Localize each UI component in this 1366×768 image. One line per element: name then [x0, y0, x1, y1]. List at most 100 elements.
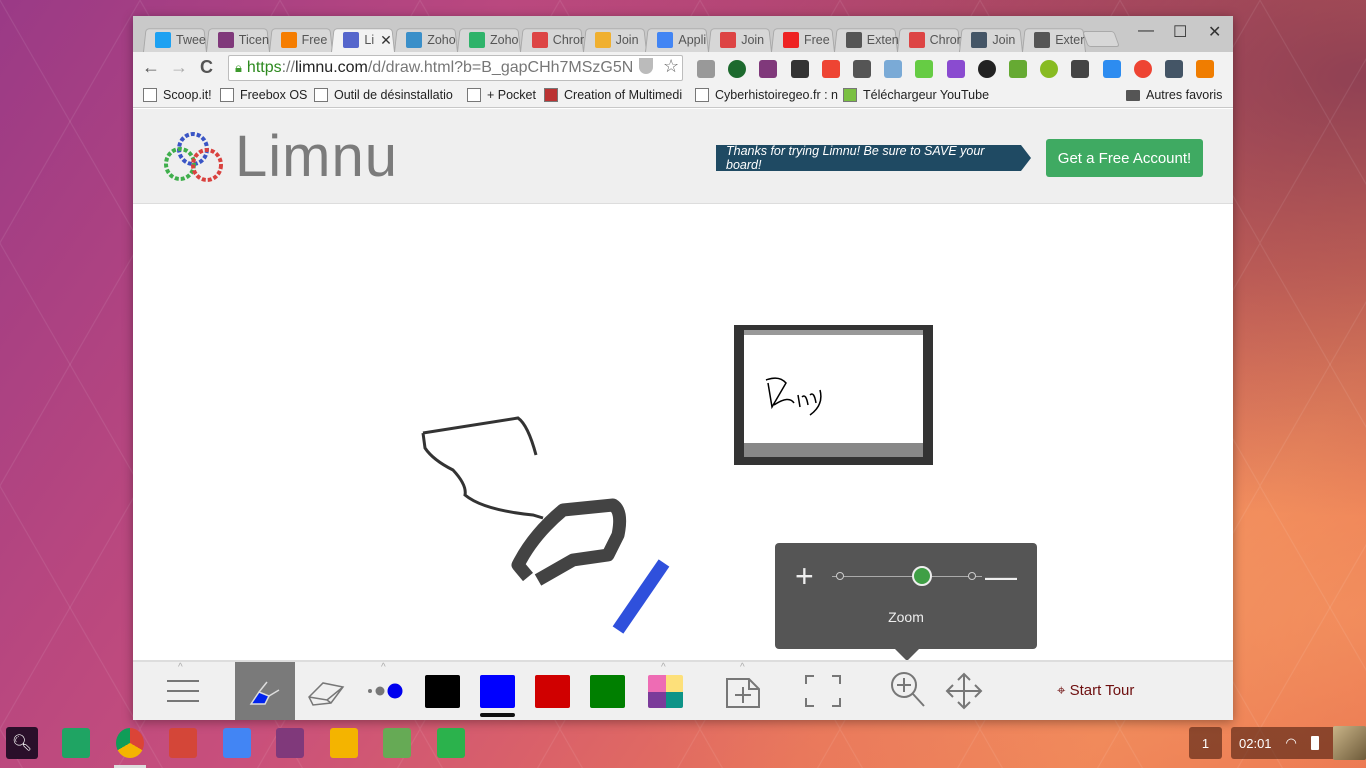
ext-copy-icon[interactable] — [853, 60, 871, 78]
bookmark-star-icon[interactable]: ☆ — [663, 56, 679, 77]
tab-label: Chror — [552, 33, 584, 47]
notification-count[interactable]: 1 — [1189, 727, 1222, 759]
back-button[interactable]: ← — [142, 57, 160, 78]
ext-onenote-icon[interactable] — [759, 60, 778, 78]
color-swatch-red[interactable] — [535, 675, 570, 708]
browser-tab[interactable]: Join — [971, 28, 1023, 52]
browser-tab[interactable]: Chror — [531, 28, 584, 52]
browser-tab[interactable]: Join — [720, 28, 772, 52]
ext-download-icon[interactable] — [728, 60, 747, 78]
tab-close-icon[interactable]: ✕ — [380, 32, 392, 49]
browser-tab[interactable]: Appli — [657, 28, 709, 52]
window-maximize-button[interactable]: ☐ — [1173, 22, 1187, 42]
bottom-toolbar: ^ ^ ^ ^ ⌖ Start Tour — [133, 660, 1233, 720]
brush-size-button[interactable] — [363, 662, 408, 720]
color-palette-button[interactable] — [647, 675, 684, 708]
eraser-tool-button[interactable] — [303, 662, 348, 720]
pan-button[interactable] — [943, 662, 985, 720]
bookmark-item[interactable]: Cyberhistoiregeo.fr : n — [695, 88, 838, 102]
bookmark-item[interactable]: Téléchargeur YouTube — [843, 88, 989, 102]
join-icon — [594, 32, 611, 48]
limnu-logo-icon — [164, 132, 223, 182]
menu-button[interactable] — [163, 662, 203, 720]
window-close-button[interactable]: ✕ — [1208, 22, 1221, 42]
new-tab-button[interactable] — [1082, 31, 1120, 47]
handwriting-scribble — [765, 377, 822, 416]
address-bar[interactable]: 🔒︎ https://limnu.com/d/draw.html?b=B_gap… — [228, 55, 683, 81]
browser-tab[interactable]: Free — [783, 28, 835, 52]
tab-label: Join — [741, 33, 765, 47]
zoom-slider-thumb[interactable] — [912, 566, 932, 586]
browser-tab[interactable]: Ticen — [217, 28, 270, 52]
google-docs-icon[interactable] — [222, 728, 251, 758]
color-swatch-blue[interactable] — [480, 675, 515, 708]
browser-tab[interactable]: Exten — [845, 28, 898, 52]
browser-toolbar: ← → C 🔒︎ https://limnu.com/d/draw.html?b… — [133, 52, 1233, 84]
twitter-icon — [155, 32, 171, 48]
browser-tab[interactable]: Free — [280, 28, 333, 52]
zoom-in-button[interactable]: + — [795, 560, 814, 592]
browser-tab[interactable]: Exter — [1034, 28, 1086, 52]
other-bookmarks-folder[interactable]: Autres favoris — [1126, 88, 1222, 102]
gmail-icon[interactable] — [169, 728, 197, 758]
shield-icon[interactable] — [639, 58, 653, 74]
browser-tab[interactable]: Zoho — [406, 28, 458, 52]
google-slides-icon[interactable] — [329, 728, 358, 758]
page-icon — [143, 88, 157, 102]
user-avatar[interactable] — [1333, 726, 1366, 760]
menu-icon[interactable] — [1196, 60, 1215, 78]
bookmark-item[interactable]: Scoop.it! — [143, 88, 212, 102]
ext-eye-icon[interactable] — [1133, 60, 1152, 78]
chrome-icon[interactable] — [115, 728, 144, 758]
ext-cat-icon[interactable] — [1102, 60, 1121, 78]
drawing-canvas[interactable] — [133, 205, 1233, 660]
bookmark-item[interactable]: Creation of Multimedi — [544, 88, 682, 102]
bookmark-item[interactable]: Freebox OS — [220, 88, 307, 102]
start-tour-link[interactable]: ⌖ Start Tour — [1057, 682, 1134, 699]
google-drive-icon[interactable] — [62, 728, 90, 758]
app-green-arrows-icon[interactable] — [383, 728, 411, 758]
app-launcher-button[interactable]: 🔍︎ — [6, 727, 38, 759]
color-swatch-green[interactable] — [590, 675, 625, 708]
window-minimize-button[interactable]: — — [1138, 22, 1154, 40]
ext-green-arrow-icon[interactable] — [915, 60, 934, 78]
ext-chat-icon[interactable] — [1071, 60, 1090, 78]
limnu-icon — [343, 32, 360, 48]
bookmark-item[interactable]: Outil de désinstallatio — [314, 88, 453, 102]
ext-feather-icon[interactable] — [946, 60, 965, 78]
forward-button[interactable]: → — [170, 57, 188, 78]
add-image-button[interactable] — [723, 662, 763, 720]
palette-cell — [665, 691, 683, 708]
wifi-icon: ◠ — [1285, 735, 1297, 750]
browser-tab[interactable]: Join — [594, 28, 647, 52]
ext-camera-icon[interactable] — [884, 60, 903, 78]
browser-tab[interactable]: Chror — [908, 28, 961, 52]
ext-green-dot-icon[interactable] — [1040, 60, 1059, 78]
google-icon — [657, 32, 674, 48]
color-swatch-black[interactable] — [425, 675, 460, 708]
marker-tool-button[interactable] — [235, 662, 295, 720]
get-free-account-button[interactable]: Get a Free Account! — [1046, 139, 1203, 177]
feedly-icon[interactable] — [436, 728, 465, 758]
browser-tab[interactable]: Li ✕ — [343, 28, 401, 52]
zoom-button[interactable] — [888, 662, 928, 720]
reload-button[interactable]: C — [200, 57, 213, 78]
ext-lens-icon[interactable] — [977, 60, 996, 78]
ext-grey-icon[interactable] — [697, 60, 715, 78]
browser-tab[interactable]: Twee — [155, 28, 207, 52]
fullscreen-button[interactable] — [803, 662, 843, 720]
onenote-icon[interactable] — [276, 728, 304, 758]
join-app-icon — [971, 32, 988, 48]
ext-join-icon[interactable] — [1165, 60, 1183, 78]
zoom-slider-track[interactable] — [832, 576, 982, 577]
bookmarks-bar: Scoop.it! Freebox OS Outil de désinstallat… — [133, 84, 1233, 108]
zoom-out-button[interactable]: — — [985, 560, 1017, 592]
tab-label: Join — [992, 33, 1016, 47]
ext-film-icon[interactable] — [790, 60, 809, 78]
browser-tab[interactable]: Zoho — [469, 28, 521, 52]
multimedia-icon — [544, 88, 558, 102]
ext-print-icon[interactable] — [1009, 60, 1027, 78]
bookmark-item[interactable]: + Pocket — [467, 88, 536, 102]
status-tray[interactable]: 02:01 ◠ — [1231, 727, 1333, 759]
ext-asterisk-icon[interactable] — [821, 60, 840, 78]
